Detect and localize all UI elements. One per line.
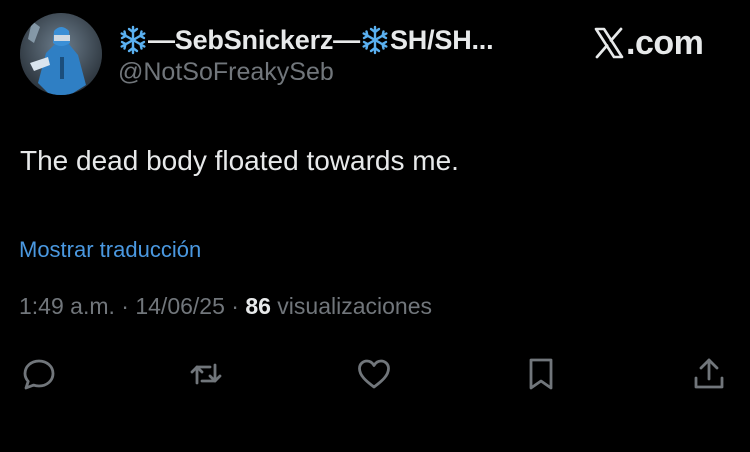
display-name-suffix: SH/SH...: [389, 24, 494, 55]
tweet-meta: 1:49 a.m. · 14/06/25 · 86 visualizacione…: [19, 293, 432, 320]
like-button[interactable]: [355, 355, 393, 393]
snowflake-icon: [362, 25, 388, 55]
snowflake-icon: [120, 25, 146, 55]
views-count[interactable]: 86: [245, 293, 271, 319]
reply-icon: [23, 359, 55, 390]
x-domain-text: .com: [626, 24, 704, 62]
bookmark-icon: [529, 358, 553, 390]
display-name-line[interactable]: —SebSnickerz— SH/SH...: [118, 22, 494, 58]
reply-button[interactable]: [20, 355, 58, 393]
share-button[interactable]: [690, 355, 728, 393]
user-handle[interactable]: @NotSoFreakySeb: [118, 58, 334, 87]
avatar[interactable]: [20, 13, 102, 95]
x-logo-icon: [594, 27, 624, 59]
tweet-date[interactable]: 14/06/25: [135, 293, 225, 319]
x-com-logo: .com: [594, 24, 704, 62]
tweet-text: The dead body floated towards me.: [20, 145, 459, 176]
tweet-time[interactable]: 1:49 a.m.: [19, 293, 115, 319]
display-name: —SebSnickerz—: [148, 24, 360, 55]
bookmark-button[interactable]: [522, 355, 560, 393]
share-icon: [694, 358, 724, 389]
views-label[interactable]: visualizaciones: [271, 293, 432, 319]
meta-separator: ·: [224, 293, 246, 319]
heart-icon: [358, 359, 390, 389]
translate-link[interactable]: Mostrar traducción: [19, 237, 201, 263]
repost-button[interactable]: [187, 355, 225, 393]
meta-separator: ·: [114, 293, 136, 319]
repost-icon: [190, 363, 222, 385]
